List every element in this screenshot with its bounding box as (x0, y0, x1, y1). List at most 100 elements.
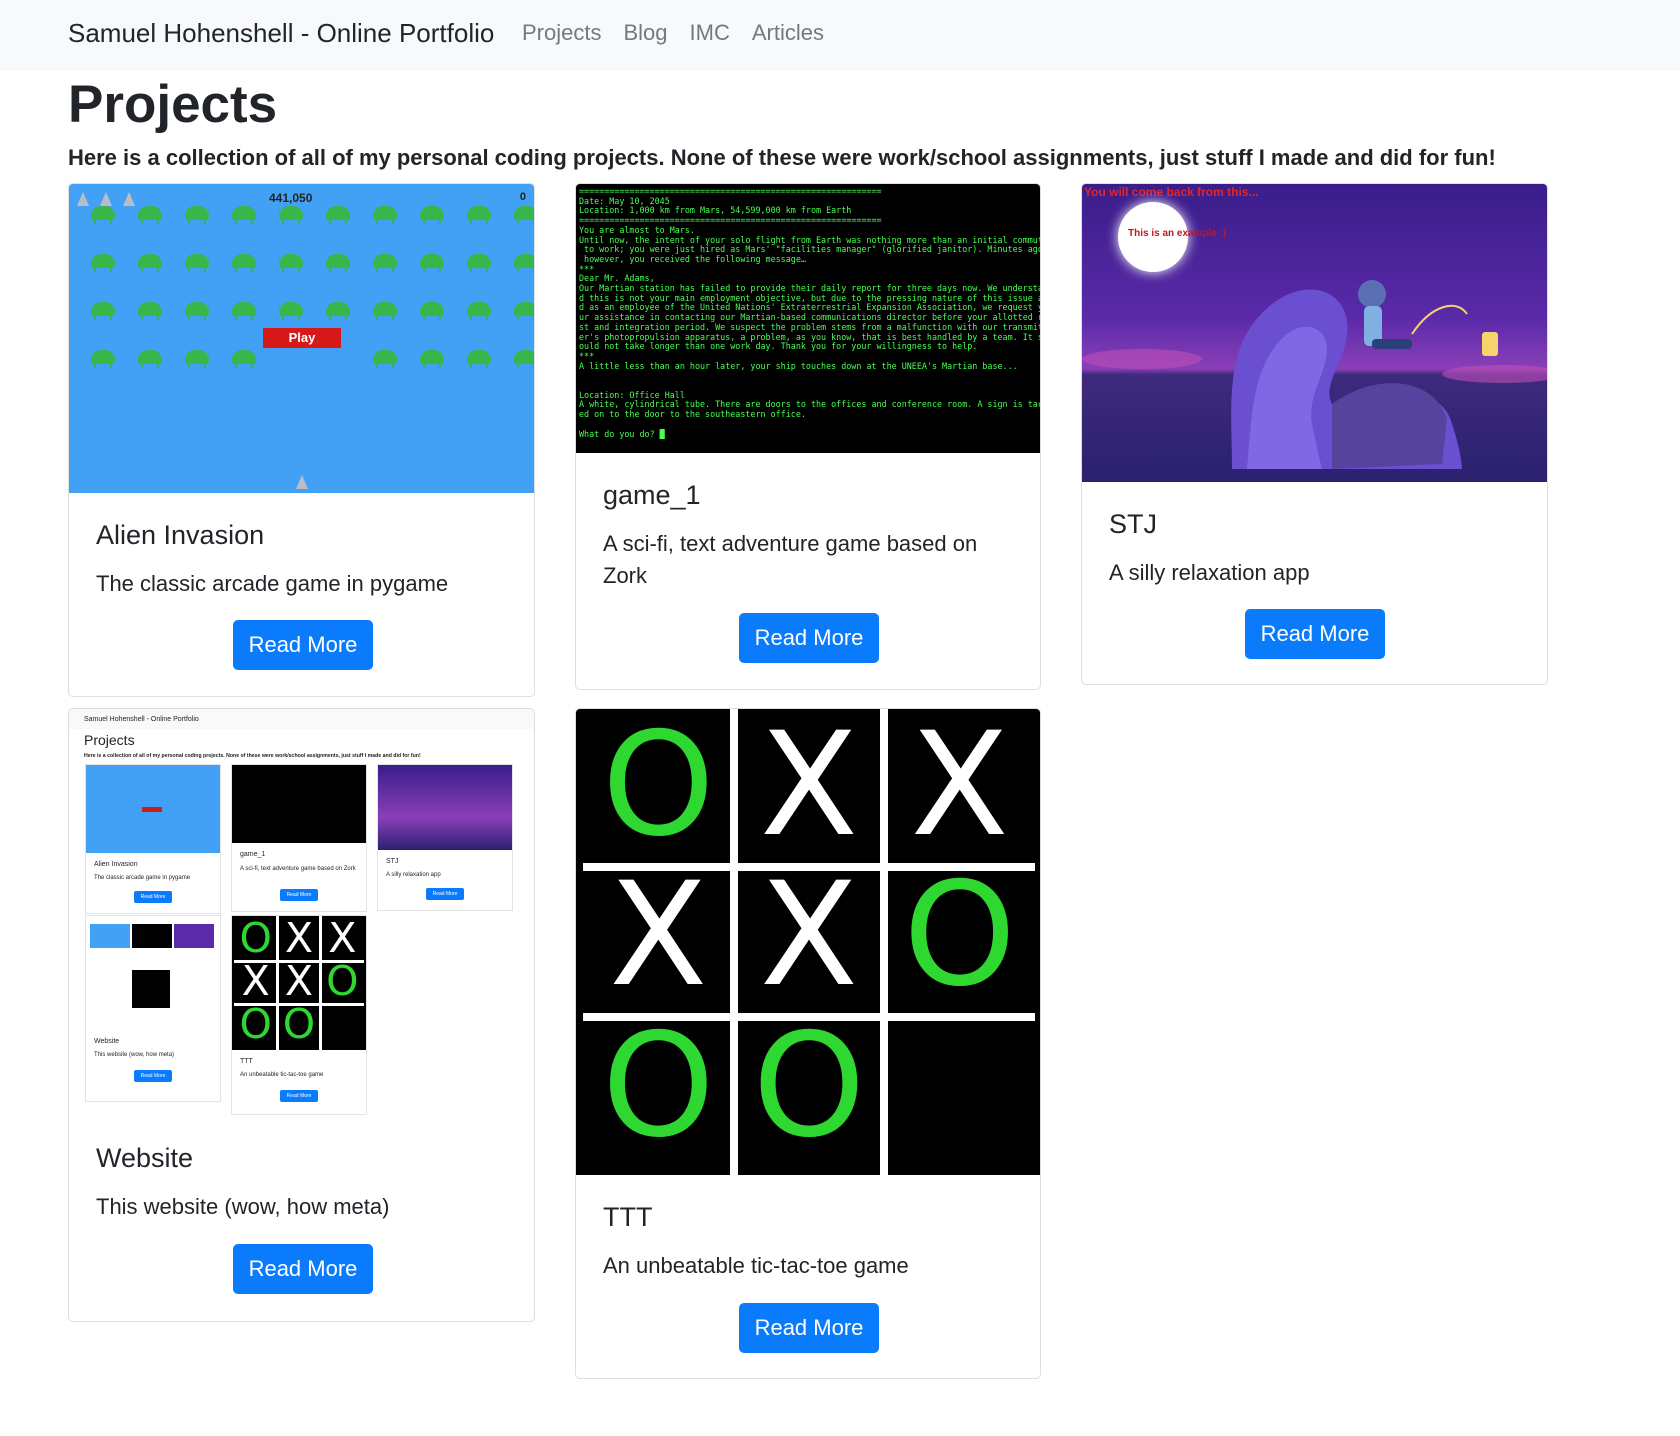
project-card-website: Samuel Hohenshell - Online Portfolio Pro… (68, 708, 535, 1322)
mini-read-more: Read More (426, 888, 464, 900)
mini-card-text: The classic arcade game in pygame (94, 875, 191, 881)
alien-icon (373, 206, 397, 224)
card-title: Alien Invasion (96, 520, 265, 550)
project-card-ttt: OXXXXOOO TTT An unbeatable tic-tac-toe g… (575, 708, 1041, 1379)
alien-icon (185, 206, 209, 224)
alien-icon (373, 302, 397, 320)
navbar-brand[interactable]: Samuel Hohenshell - Online Portfolio (68, 18, 494, 49)
empty-cell (321, 1003, 364, 1046)
read-more-button[interactable]: Read More (739, 1303, 879, 1353)
o-mark: O (752, 1002, 866, 1170)
mini-card: Alien Invasion The classic arcade game i… (85, 764, 221, 914)
play-button[interactable]: Play (263, 328, 341, 348)
nav-link-imc[interactable]: IMC (690, 20, 730, 46)
o-mark: O (282, 1000, 316, 1049)
alien-icon (373, 350, 397, 368)
alien-icon (138, 350, 162, 368)
alien-icon (514, 206, 534, 224)
alien-icon (232, 302, 256, 320)
alien-icon (467, 206, 491, 224)
x-mark: X (241, 957, 270, 1005)
ttt-thumbnail: OXXXXOOO (576, 709, 1040, 1175)
o-mark: O (602, 709, 715, 868)
game-1-thumbnail: ========================================… (576, 184, 1040, 453)
ship-icon (296, 475, 308, 489)
alien-icon (420, 254, 444, 272)
x-mark: X (759, 851, 859, 1019)
stj-thumbnail: You will come back from this... This is … (1082, 184, 1547, 482)
alien-icon (514, 254, 534, 272)
website-thumbnail: Samuel Hohenshell - Online Portfolio Pro… (69, 709, 534, 1119)
mini-ttt-board: OXXXXOOO (232, 913, 366, 1050)
mini-card: game_1 A sci-fi, text adventure game bas… (231, 764, 367, 912)
score-label: 441,050 (269, 191, 313, 205)
read-more-button[interactable]: Read More (233, 620, 373, 670)
o-mark: O (239, 1000, 272, 1049)
mini-card-title: game_1 (240, 851, 266, 858)
card-text: This website (wow, how meta) (96, 1194, 390, 1219)
alien-icon (232, 206, 256, 224)
alien-icon (420, 350, 444, 368)
card-title: TTT (603, 1202, 653, 1232)
mini-card-title: STJ (386, 858, 399, 865)
alien-icon (326, 254, 350, 272)
x-mark: X (609, 851, 708, 1019)
nav-link-articles[interactable]: Articles (752, 20, 824, 46)
card-text: The classic arcade game in pygame (96, 571, 449, 596)
x-mark: X (759, 709, 859, 868)
o-mark: O (239, 913, 272, 962)
navbar: Samuel Hohenshell - Online Portfolio Pro… (0, 0, 1680, 71)
mini-read-more: Read More (134, 891, 172, 903)
read-more-button[interactable]: Read More (739, 613, 879, 663)
mini-intro: Here is a collection of all of my person… (84, 753, 421, 759)
nav-links: Projects Blog IMC Articles (522, 20, 846, 46)
alien-icon (279, 254, 303, 272)
alien-icon (138, 206, 162, 224)
alien-icon (279, 206, 303, 224)
o-mark: O (903, 851, 1016, 1019)
alien-icon (91, 254, 115, 272)
mini-title: Projects (84, 732, 135, 748)
alien-icon (420, 206, 444, 224)
alien-icon (185, 350, 209, 368)
mini-read-more: Read More (280, 1090, 318, 1102)
x-mark: X (910, 709, 1009, 868)
nav-link-blog[interactable]: Blog (623, 20, 667, 46)
terminal-text: ========================================… (579, 186, 1040, 439)
card-text: A silly relaxation app (1109, 560, 1310, 585)
mini-card: STJ A silly relaxation app Read More (377, 764, 513, 911)
project-card-stj: You will come back from this... This is … (1081, 183, 1548, 685)
alien-icon (91, 302, 115, 320)
alien-icon (185, 254, 209, 272)
mini-card-title: Alien Invasion (94, 861, 138, 868)
stj-top-text: You will come back from this... (1084, 185, 1259, 199)
alien-icon (467, 254, 491, 272)
alien-icon (326, 206, 350, 224)
page-intro: Here is a collection of all of my person… (68, 145, 1496, 170)
x-mark: X (328, 913, 357, 962)
alien-icon (514, 302, 534, 320)
alien-icon (467, 350, 491, 368)
mini-card: OXXXXOOO TTT An unbeatable tic-tac-toe g… (231, 913, 367, 1115)
alien-icon (232, 350, 256, 368)
project-card-alien-invasion: 441,050 0 1 Play Alien Invasion The clas… (68, 183, 535, 697)
o-mark: O (602, 1002, 715, 1170)
card-title: Website (96, 1143, 194, 1173)
mini-card-text: A silly relaxation app (386, 872, 441, 878)
ship-icon (77, 192, 89, 206)
alien-icon (91, 206, 115, 224)
alien-icon (91, 350, 115, 368)
alien-icon (467, 302, 491, 320)
alien-icon (232, 254, 256, 272)
card-text: An unbeatable tic-tac-toe game (603, 1253, 909, 1278)
mini-read-more: Read More (280, 889, 318, 901)
read-more-button[interactable]: Read More (1245, 609, 1385, 659)
nav-link-projects[interactable]: Projects (522, 20, 601, 46)
read-more-button[interactable]: Read More (233, 1244, 373, 1294)
alien-icon (326, 302, 350, 320)
level-label: 0 (519, 191, 526, 203)
alien-icon (279, 302, 303, 320)
project-card-game-1: ========================================… (575, 183, 1041, 690)
stj-bubble-text: This is an example :) (1128, 228, 1227, 239)
o-mark: O (326, 957, 359, 1005)
